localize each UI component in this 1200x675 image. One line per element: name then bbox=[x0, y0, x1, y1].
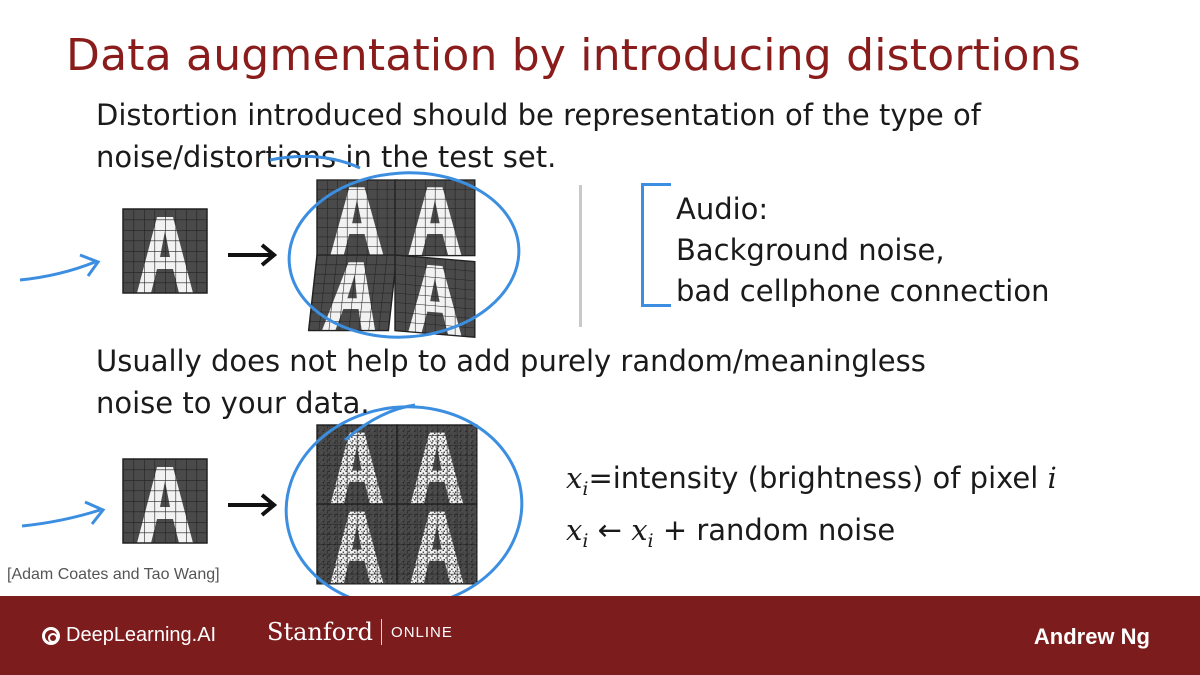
annotation-arrow bbox=[19, 253, 101, 282]
vertical-divider bbox=[579, 185, 582, 327]
formula-text: + random noise bbox=[653, 513, 896, 547]
original-image-bottom bbox=[122, 458, 208, 544]
formula-text: =intensity (brightness) of pixel bbox=[588, 461, 1048, 495]
paragraph-random-noise: Usually does not help to add purely rand… bbox=[96, 340, 926, 424]
noisy-images-grid bbox=[316, 424, 478, 585]
paragraph-line: Usually does not help to add purely rand… bbox=[96, 344, 926, 378]
citation: [Adam Coates and Tao Wang] bbox=[7, 566, 220, 583]
arrow-icon bbox=[228, 493, 278, 517]
logo-separator bbox=[381, 619, 383, 645]
paragraph-line: noise/distortions in the test set. bbox=[96, 140, 557, 174]
audio-heading: Audio: bbox=[676, 192, 769, 226]
deeplearning-logo-text: DeepLearning.AI bbox=[66, 624, 217, 646]
stanford-online-logo: Stanford ONLINE bbox=[267, 618, 453, 646]
formula-block: xi=intensity (brightness) of pixel i xi … bbox=[566, 458, 1057, 562]
paragraph-line: noise to your data. bbox=[96, 386, 370, 420]
formula-var: x bbox=[566, 513, 583, 547]
annotation-circle bbox=[287, 171, 521, 339]
distorted-images-grid bbox=[307, 179, 476, 338]
formula-update: xi ← xi + random noise bbox=[566, 510, 1057, 562]
formula-var: i bbox=[1047, 461, 1057, 495]
original-image-top bbox=[122, 208, 208, 294]
audio-item: bad cellphone connection bbox=[676, 274, 1050, 308]
formula-intensity: xi=intensity (brightness) of pixel i bbox=[566, 458, 1057, 510]
formula-arrow: ← bbox=[588, 513, 632, 547]
paragraph-line: Distortion introduced should be represen… bbox=[96, 98, 981, 132]
audio-examples: Audio: Background noise, bad cellphone c… bbox=[676, 189, 1049, 312]
online-logo-text: ONLINE bbox=[391, 623, 453, 641]
stanford-logo-text: Stanford bbox=[267, 618, 374, 646]
slide-title: Data augmentation by introducing distort… bbox=[66, 30, 1081, 81]
arrow-icon bbox=[228, 243, 278, 267]
annotation-bracket bbox=[641, 183, 671, 307]
formula-var: x bbox=[631, 513, 648, 547]
deeplearning-logo-icon bbox=[42, 626, 60, 645]
annotation-arrow bbox=[21, 500, 106, 528]
formula-var: x bbox=[566, 461, 583, 495]
audio-item: Background noise, bbox=[676, 233, 945, 267]
presenter-name: Andrew Ng bbox=[1033, 624, 1150, 649]
paragraph-distortion: Distortion introduced should be represen… bbox=[96, 94, 981, 178]
annotation-circle bbox=[284, 405, 524, 609]
deeplearning-logo: DeepLearning.AI bbox=[42, 624, 216, 647]
